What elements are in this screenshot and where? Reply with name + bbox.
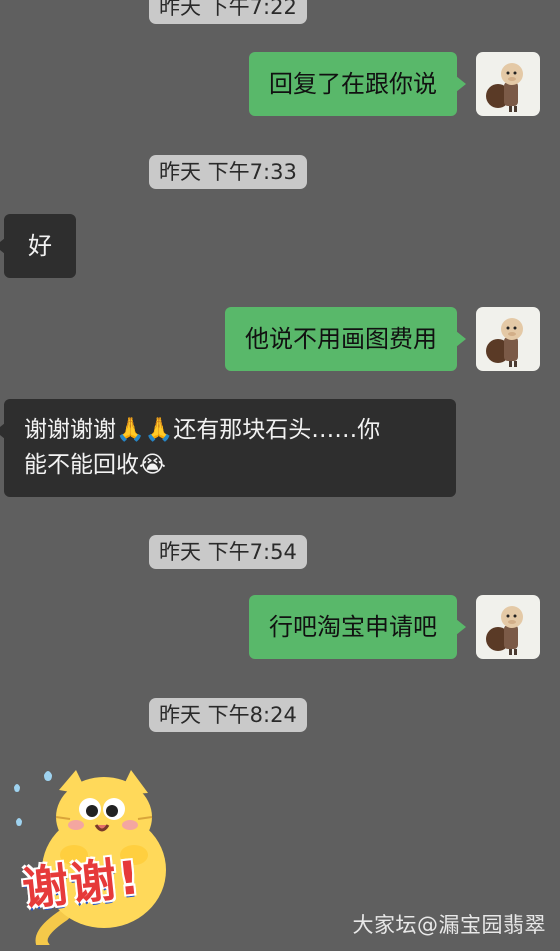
outgoing-message-bubble[interactable]: 行吧淘宝申请吧 — [249, 595, 466, 659]
message-text: 回复了在跟你说 — [269, 70, 437, 98]
watermark: 大家坛@漏宝园翡翠 — [352, 913, 546, 937]
sticker-caption: 谢谢! — [19, 849, 144, 917]
timestamp: 昨天 下午7:54 — [149, 535, 307, 569]
monk-figure-icon — [486, 606, 523, 655]
avatar[interactable] — [476, 595, 540, 659]
avatar[interactable] — [476, 52, 540, 116]
timestamp: 昨天 下午7:22 — [149, 0, 307, 24]
timestamp: 昨天 下午8:24 — [149, 698, 307, 732]
incoming-message-bubble[interactable]: 谢谢谢谢🙏🙏还有那块石头……你 能不能回收😭 — [0, 399, 456, 497]
message-text-line: 能不能回收😭 — [24, 452, 166, 478]
thank-you-cat-sticker[interactable]: 谢谢! — [4, 755, 194, 951]
monk-figure-icon — [486, 318, 523, 367]
outgoing-message-bubble[interactable]: 回复了在跟你说 — [249, 52, 466, 116]
message-text: 他说不用画图费用 — [245, 325, 437, 353]
avatar[interactable] — [476, 307, 540, 371]
timestamp: 昨天 下午7:33 — [149, 155, 307, 189]
message-text: 好 — [28, 232, 52, 260]
monk-figure-icon — [486, 63, 523, 112]
outgoing-message-bubble[interactable]: 他说不用画图费用 — [225, 307, 466, 371]
message-text: 行吧淘宝申请吧 — [269, 613, 437, 641]
incoming-message-bubble[interactable]: 好 — [0, 214, 76, 278]
message-text-line: 谢谢谢谢🙏🙏还有那块石头……你 — [24, 417, 381, 443]
